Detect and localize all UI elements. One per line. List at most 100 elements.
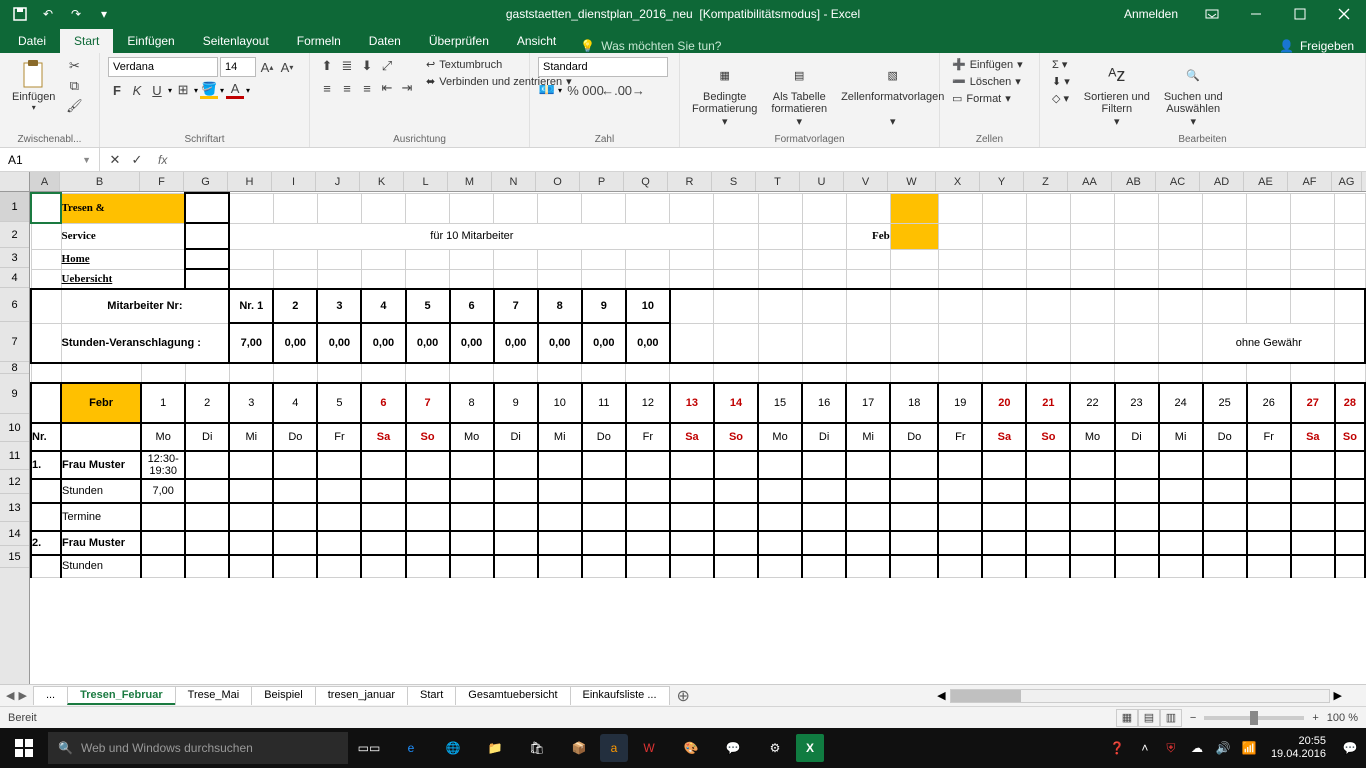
col-header[interactable]: J — [316, 172, 360, 191]
undo-icon[interactable]: ↶ — [36, 3, 60, 25]
zoom-in-icon[interactable]: + — [1312, 712, 1318, 724]
tell-me-search[interactable]: 💡 Was möchten Sie tun? — [580, 39, 721, 53]
align-top-icon[interactable]: ⬆ — [318, 57, 336, 75]
taskbar-app-icon[interactable]: 💬 — [712, 728, 754, 768]
col-header[interactable]: N — [492, 172, 536, 191]
tray-antivirus-icon[interactable]: ⛨ — [1159, 728, 1183, 768]
horizontal-scrollbar[interactable] — [950, 689, 1330, 703]
col-header[interactable]: AC — [1156, 172, 1200, 191]
bold-button[interactable]: F — [108, 81, 126, 99]
row-header[interactable]: 1 — [0, 192, 29, 222]
fill-icon[interactable]: ⬇ ▾ — [1048, 74, 1074, 89]
formula-input[interactable] — [173, 148, 1366, 171]
signin-link[interactable]: Anmelden — [1112, 7, 1190, 21]
row-header[interactable]: 9 — [0, 374, 29, 414]
col-header[interactable]: U — [800, 172, 844, 191]
col-header[interactable]: AE — [1244, 172, 1288, 191]
maximize-icon[interactable] — [1278, 0, 1322, 28]
font-name-select[interactable] — [108, 57, 218, 77]
border-button[interactable]: ⊞ — [174, 81, 192, 99]
minimize-icon[interactable] — [1234, 0, 1278, 28]
col-header[interactable]: AB — [1112, 172, 1156, 191]
col-header[interactable]: L — [404, 172, 448, 191]
redo-icon[interactable]: ↷ — [64, 3, 88, 25]
col-header[interactable]: AG — [1332, 172, 1362, 191]
orientation-icon[interactable]: ⤢ — [378, 57, 396, 75]
row-header[interactable]: 12 — [0, 470, 29, 494]
delete-cells-button[interactable]: ➖ Löschen ▾ — [948, 74, 1031, 89]
col-header[interactable]: S — [712, 172, 756, 191]
row-header[interactable]: 14 — [0, 522, 29, 546]
align-bottom-icon[interactable]: ⬇ — [358, 57, 376, 75]
row-header[interactable]: 15 — [0, 546, 29, 568]
taskbar-app-icon[interactable]: ⚙ — [754, 728, 796, 768]
view-pagebreak-icon[interactable]: ▥ — [1160, 709, 1182, 727]
select-all-corner[interactable] — [0, 172, 30, 191]
zoom-out-icon[interactable]: − — [1190, 712, 1196, 724]
sort-filter-button[interactable]: ᴬzSortieren und Filtern ▾ — [1080, 57, 1154, 130]
clear-icon[interactable]: ◇ ▾ — [1048, 91, 1074, 106]
ribbon-tab-einfügen[interactable]: Einfügen — [113, 29, 188, 53]
col-header[interactable]: Z — [1024, 172, 1068, 191]
col-header[interactable]: A — [30, 172, 60, 191]
row-header[interactable]: 10 — [0, 414, 29, 442]
col-header[interactable]: X — [936, 172, 980, 191]
sheet-tab[interactable]: Einkaufsliste ... — [570, 686, 670, 705]
row-header[interactable]: 7 — [0, 322, 29, 362]
align-right-icon[interactable]: ≡ — [358, 79, 376, 97]
indent-inc-icon[interactable]: ⇥ — [398, 79, 416, 97]
col-header[interactable]: F — [140, 172, 184, 191]
col-header[interactable]: Q — [624, 172, 668, 191]
ribbon-tab-überprüfen[interactable]: Überprüfen — [415, 29, 503, 53]
format-cells-button[interactable]: ▭ Format ▾ — [948, 91, 1031, 106]
col-header[interactable]: R — [668, 172, 712, 191]
autosum-icon[interactable]: Σ ▾ — [1048, 57, 1074, 72]
align-middle-icon[interactable]: ≣ — [338, 57, 356, 75]
row-header[interactable]: 13 — [0, 494, 29, 522]
row-header[interactable]: 8 — [0, 362, 29, 374]
cell-grid[interactable]: Tresen &Servicefür 10 MitarbeiterFebHome… — [30, 192, 1366, 684]
conditional-format-button[interactable]: ▦Bedingte Formatierung ▾ — [688, 57, 761, 130]
fill-color-button[interactable]: 🪣 — [200, 81, 218, 99]
amazon-icon[interactable]: a — [600, 734, 628, 762]
paste-button[interactable]: Einfügen▾ — [8, 57, 59, 114]
ribbon-options-icon[interactable] — [1190, 0, 1234, 28]
tray-clock[interactable]: 20:5519.04.2016 — [1263, 735, 1334, 761]
align-left-icon[interactable]: ≡ — [318, 79, 336, 97]
col-header[interactable]: W — [888, 172, 936, 191]
cancel-formula-icon[interactable]: ✕ — [106, 151, 124, 169]
row-header[interactable]: 11 — [0, 442, 29, 470]
chrome-icon[interactable]: 🌐 — [432, 728, 474, 768]
view-normal-icon[interactable]: ▦ — [1116, 709, 1138, 727]
close-icon[interactable] — [1322, 0, 1366, 28]
ribbon-tab-datei[interactable]: Datei — [4, 29, 60, 53]
sheet-tab[interactable]: Tresen_Februar — [67, 686, 176, 705]
currency-icon[interactable]: 💶 — [538, 81, 556, 99]
col-header[interactable]: O — [536, 172, 580, 191]
ribbon-tab-formeln[interactable]: Formeln — [283, 29, 355, 53]
number-format-select[interactable] — [538, 57, 668, 77]
save-icon[interactable] — [8, 3, 32, 25]
inc-decimal-icon[interactable]: ←.0 — [604, 81, 622, 99]
tray-volume-icon[interactable]: 🔊 — [1211, 728, 1235, 768]
tab-nav-next-icon[interactable]: ▶ — [18, 689, 26, 702]
tray-cloud-icon[interactable]: ☁ — [1185, 728, 1209, 768]
col-header[interactable]: AA — [1068, 172, 1112, 191]
col-header[interactable]: AF — [1288, 172, 1332, 191]
taskbar-search[interactable]: 🔍 Web und Windows durchsuchen — [48, 732, 348, 764]
grow-font-icon[interactable]: A▴ — [258, 58, 276, 76]
sheet-tab[interactable]: tresen_januar — [315, 686, 408, 705]
font-color-button[interactable]: A — [226, 81, 244, 99]
explorer-icon[interactable]: 📁 — [474, 728, 516, 768]
shrink-font-icon[interactable]: A▾ — [278, 58, 296, 76]
percent-icon[interactable]: % — [564, 81, 582, 99]
store-icon[interactable]: 🛍 — [516, 728, 558, 768]
ribbon-tab-seitenlayout[interactable]: Seitenlayout — [189, 29, 283, 53]
accept-formula-icon[interactable]: ✓ — [128, 151, 146, 169]
find-select-button[interactable]: 🔍Suchen und Auswählen ▾ — [1160, 57, 1227, 130]
align-center-icon[interactable]: ≡ — [338, 79, 356, 97]
underline-button[interactable]: U — [148, 81, 166, 99]
ribbon-tab-daten[interactable]: Daten — [355, 29, 415, 53]
row-header[interactable]: 6 — [0, 288, 29, 322]
col-header[interactable]: Y — [980, 172, 1024, 191]
